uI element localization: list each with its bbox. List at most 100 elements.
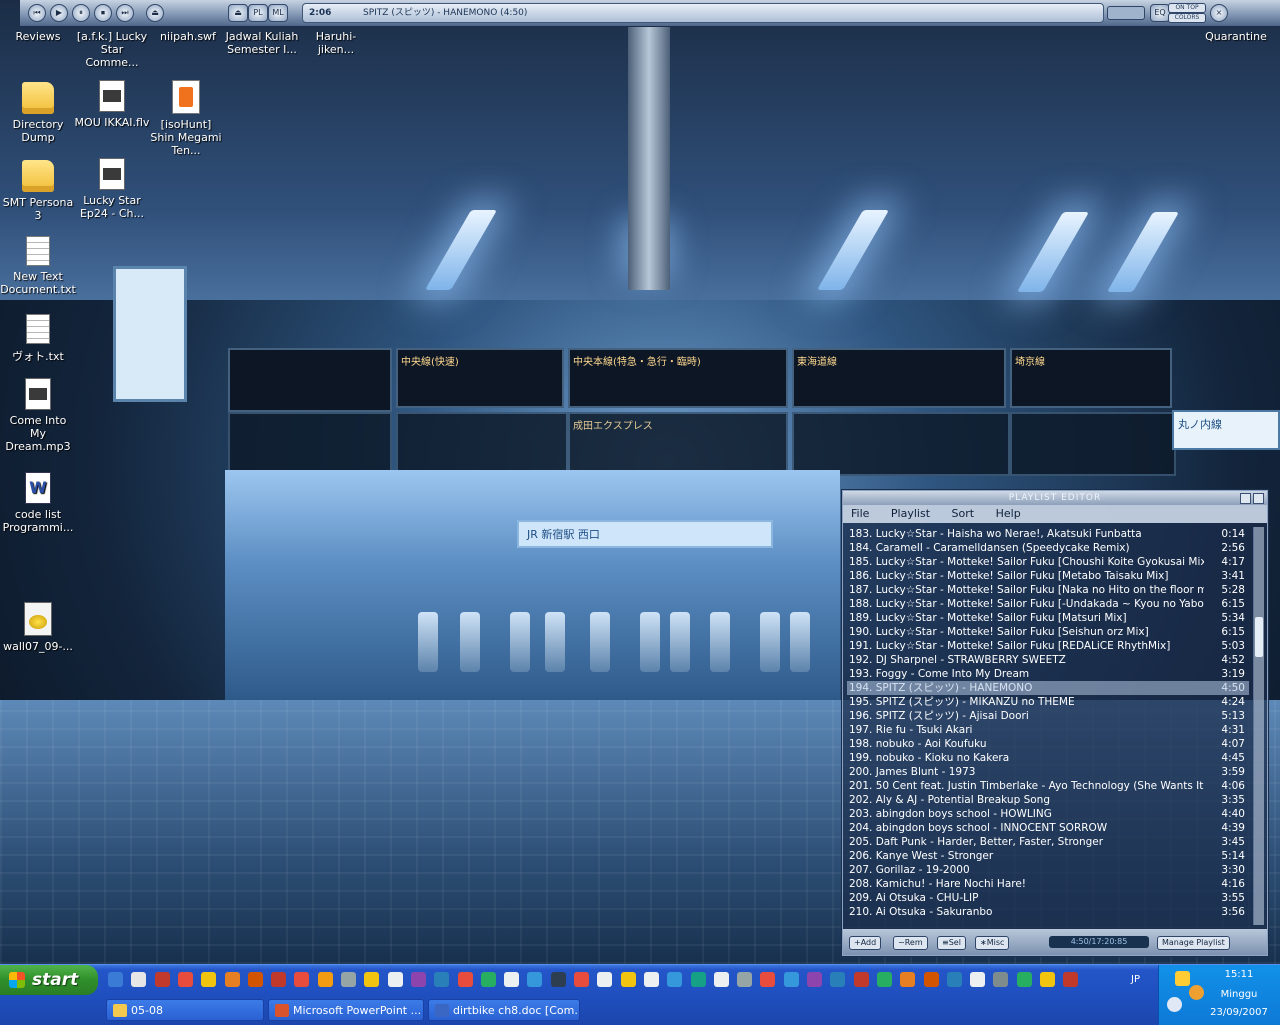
- menu-file[interactable]: File: [851, 507, 869, 520]
- add-button[interactable]: +Add: [849, 936, 882, 950]
- playlist-row[interactable]: 197. Rie fu - Tsuki Akari 4:31: [847, 723, 1249, 737]
- playlist-row[interactable]: 190. Lucky☆Star - Motteke! Sailor Fuku […: [847, 625, 1249, 639]
- desktop-icon-voto-txt[interactable]: ヴォト.txt: [0, 314, 76, 364]
- stop-button[interactable]: ⏹: [94, 4, 112, 22]
- quick-launch-icon[interactable]: [550, 972, 566, 987]
- desktop-icon-quarantine[interactable]: Quarantine: [1198, 30, 1274, 43]
- clock-time[interactable]: 15:11: [1198, 969, 1280, 980]
- desktop-icon-reviews[interactable]: Reviews: [0, 30, 76, 43]
- taskbar-item-powerpoint[interactable]: Microsoft PowerPoint ...: [268, 999, 424, 1021]
- quick-launch-icon[interactable]: [643, 972, 659, 987]
- shade-icon[interactable]: [1240, 493, 1251, 504]
- quick-launch-icon[interactable]: [853, 972, 869, 987]
- playlist-row[interactable]: 193. Foggy - Come Into My Dream 3:19: [847, 667, 1249, 681]
- quick-launch-icon[interactable]: [993, 972, 1009, 987]
- close-icon[interactable]: ×: [1210, 4, 1228, 22]
- playlist-row[interactable]: 209. Ai Otsuka - CHU-LIP 3:55: [847, 891, 1249, 905]
- desktop-icon-niipah[interactable]: niipah.swf: [150, 30, 226, 43]
- scrollbar-thumb[interactable]: [1255, 617, 1263, 657]
- quick-launch-icon[interactable]: [807, 972, 822, 987]
- desktop-icon-code-list[interactable]: W code list Programmi...: [0, 472, 76, 534]
- playlist-row[interactable]: 183. Lucky☆Star - Haisha wo Nerae!, Akat…: [847, 527, 1249, 541]
- playlist-row[interactable]: 189. Lucky☆Star - Motteke! Sailor Fuku […: [847, 611, 1249, 625]
- playlist-toggle-button[interactable]: PL: [248, 4, 268, 22]
- desktop-icon-new-text-document[interactable]: New Text Document.txt: [0, 236, 76, 296]
- playlist-row[interactable]: 188. Lucky☆Star - Motteke! Sailor Fuku […: [847, 597, 1249, 611]
- quick-launch-icon[interactable]: [876, 972, 892, 987]
- desktop-icon-isohunt[interactable]: [isoHunt] Shin Megami Ten...: [148, 80, 224, 157]
- quick-launch-icon[interactable]: [317, 972, 333, 987]
- on-top-toggle[interactable]: ON TOP: [1168, 3, 1206, 13]
- quick-launch-icon[interactable]: [923, 972, 939, 987]
- quick-launch-icon[interactable]: [1040, 972, 1055, 987]
- desktop-icon-lucky-star-ep24[interactable]: Lucky Star Ep24 - Ch...: [74, 158, 150, 220]
- quick-launch-icon[interactable]: [783, 972, 799, 987]
- media-library-button[interactable]: ML: [268, 4, 288, 22]
- playlist-row[interactable]: 203. abingdon boys school - HOWLING 4:40: [847, 807, 1249, 821]
- manage-playlist-button[interactable]: Manage Playlist: [1157, 936, 1230, 950]
- quick-launch-icon[interactable]: [108, 972, 123, 987]
- playlist-row[interactable]: 187. Lucky☆Star - Motteke! Sailor Fuku […: [847, 583, 1249, 597]
- taskbar-item-dirtbike-doc[interactable]: dirtbike ch8.doc [Com...: [428, 999, 580, 1021]
- quick-launch-icon[interactable]: [410, 972, 426, 987]
- quick-launch-icon[interactable]: [970, 972, 986, 987]
- desktop-icon-haruhi-jiken[interactable]: Haruhi-jiken...: [298, 30, 374, 56]
- tray-expand-icon[interactable]: [1167, 997, 1182, 1012]
- quick-launch-icon[interactable]: [900, 972, 916, 987]
- remove-button[interactable]: −Rem: [893, 936, 928, 950]
- quick-launch-icon[interactable]: [830, 972, 846, 987]
- playlist-row[interactable]: 191. Lucky☆Star - Motteke! Sailor Fuku […: [847, 639, 1249, 653]
- playlist-row[interactable]: 199. nobuko - Kioku no Kakera 4:45: [847, 751, 1249, 765]
- previous-button[interactable]: ⏮: [28, 4, 46, 22]
- playlist-editor-window[interactable]: PLAYLIST EDITOR File Playlist Sort Help …: [842, 490, 1268, 956]
- quick-launch-icon[interactable]: [457, 972, 473, 987]
- taskbar-item-05-08[interactable]: 05-08: [106, 999, 264, 1021]
- quick-launch-icon[interactable]: [177, 972, 193, 987]
- volume-slider[interactable]: [1107, 6, 1145, 20]
- playlist-row[interactable]: 198. nobuko - Aoi Koufuku 4:07: [847, 737, 1249, 751]
- quick-launch-icon[interactable]: [527, 972, 543, 987]
- playlist-row[interactable]: 208. Kamichu! - Hare Nochi Hare! 4:16: [847, 877, 1249, 891]
- playlist-row[interactable]: 192. DJ Sharpnel - STRAWBERRY SWEETZ 4:52: [847, 653, 1249, 667]
- quick-launch-icon[interactable]: [667, 972, 683, 987]
- playlist-row[interactable]: 185. Lucky☆Star - Motteke! Sailor Fuku […: [847, 555, 1249, 569]
- playlist-row[interactable]: 201. 50 Cent feat. Justin Timberlake - A…: [847, 779, 1249, 793]
- quick-launch-icon[interactable]: [434, 972, 450, 987]
- quick-launch-icon[interactable]: [504, 972, 520, 987]
- quick-launch-icon[interactable]: [737, 972, 753, 987]
- playlist-tracks[interactable]: 183. Lucky☆Star - Haisha wo Nerae!, Akat…: [847, 527, 1249, 925]
- playlist-row[interactable]: 202. Aly & AJ - Potential Breakup Song 3:…: [847, 793, 1249, 807]
- desktop-icon-wall07[interactable]: wall07_09-...: [0, 602, 76, 653]
- quick-launch-icon[interactable]: [154, 972, 170, 987]
- desktop-icon-smt-persona-3[interactable]: SMT Persona 3: [0, 160, 76, 222]
- eject-button[interactable]: ⏏: [228, 4, 248, 22]
- desktop-icon-come-into-my-dream[interactable]: Come Into My Dream.mp3: [0, 378, 76, 453]
- menu-playlist[interactable]: Playlist: [891, 507, 930, 520]
- pause-button[interactable]: ⏸: [72, 4, 90, 22]
- playlist-row[interactable]: 196. SPITZ (スピッツ) - Ajisai Doori 5:13: [847, 709, 1249, 723]
- equalizer-button[interactable]: EQ: [1150, 4, 1170, 22]
- menu-help[interactable]: Help: [996, 507, 1021, 520]
- desktop-icon-lucky-star-comme[interactable]: [a.f.k.] Lucky Star Comme...: [74, 30, 150, 69]
- quick-launch-icon[interactable]: [597, 972, 613, 987]
- quick-launch-icon[interactable]: [247, 972, 263, 987]
- playlist-title-bar[interactable]: PLAYLIST EDITOR: [843, 491, 1267, 505]
- open-button[interactable]: ⏏: [146, 4, 164, 22]
- select-button[interactable]: ≡Sel: [937, 936, 966, 950]
- quick-launch-icon[interactable]: [574, 972, 589, 987]
- quick-launch-icon[interactable]: [620, 972, 636, 987]
- playlist-row[interactable]: 210. Ai Otsuka - Sakuranbo 3:56: [847, 905, 1249, 919]
- desktop-icon-directory-dump[interactable]: Directory Dump: [0, 82, 76, 144]
- colors-button[interactable]: COLORS: [1168, 13, 1206, 23]
- play-button[interactable]: ▶: [50, 4, 68, 22]
- language-indicator[interactable]: JP: [1131, 974, 1140, 985]
- quick-launch-icon[interactable]: [131, 972, 147, 987]
- quick-launch-icon[interactable]: [690, 972, 706, 987]
- quick-launch-icon[interactable]: [480, 972, 496, 987]
- quick-launch-icon[interactable]: [713, 972, 729, 987]
- quick-launch-icon[interactable]: [294, 972, 310, 987]
- quick-launch-icon[interactable]: [387, 972, 403, 987]
- playlist-row[interactable]: 186. Lucky☆Star - Motteke! Sailor Fuku […: [847, 569, 1249, 583]
- start-button[interactable]: start: [0, 965, 98, 995]
- playlist-row[interactable]: 204. abingdon boys school - INNOCENT SOR…: [847, 821, 1249, 835]
